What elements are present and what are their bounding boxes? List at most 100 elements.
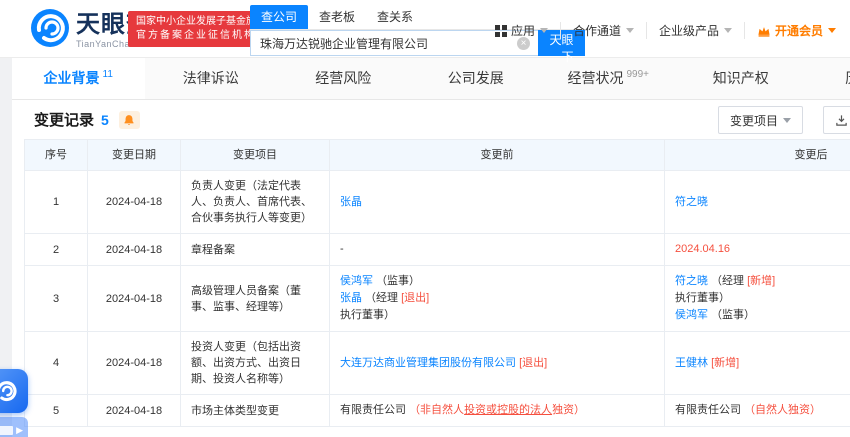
column-header: 变更前 [329,139,665,171]
entity-link[interactable]: 大连万达商业管理集团股份有限公司 [340,357,516,369]
tab-count: 999+ [626,68,650,80]
title-row: 变更记录 5 变更项目 [12,99,850,139]
tab-business-risk[interactable]: 经营风险 [277,57,410,99]
nav-item-cooperation-channel[interactable]: 合作通道 [559,22,646,39]
tab-label: 企业背景 [43,70,100,86]
column-header: 变更日期 [87,139,181,171]
entity-link[interactable]: 张晶 [340,292,362,304]
text-segment: [新增] [711,356,740,369]
header-row: 序号 变更日期 变更项目 变更前 变更后 [24,139,850,171]
change-item: 高级管理人员备案（董事、监事、经理等） [180,265,330,332]
badge-line2: 官方备案企业征信机构 [136,30,256,41]
site-header: 天眼查 TianYanCha.com 国家中小企业发展子基金旗下 官方备案企业征… [0,0,850,64]
filter-button[interactable]: 变更项目 [718,106,804,134]
main-card: 变更记录 5 变更项目 序号 变更日期 变更项目 变更前 变更后 1 2024-… [12,99,850,437]
dock-thumbnail [0,425,14,435]
chevron-down-icon [783,117,792,123]
column-header: 变更后 [664,139,850,171]
change-item: 投资人变更（包括出资额、出资方式、出资日期、投资人名称等） [180,331,330,395]
nav-item-label: 企业级产品 [658,24,719,38]
tab-label: 历史信息 [845,68,850,88]
table-row: 4 2024-04-18 投资人变更（包括出资额、出资方式、出资日期、投资人名称等）… [24,331,850,395]
bell-icon[interactable] [118,110,140,129]
search-tab-search-boss[interactable]: 查老板 [308,5,366,29]
search-tab-search-company[interactable]: 查公司 [250,5,309,29]
row-index: 5 [24,394,88,427]
chevron-down-icon [828,28,836,33]
tianyancha-logo-icon [30,8,70,53]
change-item: 章程备案 [180,233,330,266]
text-segment: [新增] [747,275,776,287]
text-segment: （监事） [708,309,756,321]
entity-link[interactable]: 王健林 [675,357,708,369]
section-title: 变更记录 [34,112,95,129]
table-row: 5 2024-04-18 市场主体类型变更 有限责任公司 （非自然人投资或控股的法人独… [24,394,850,427]
column-header: 变更项目 [180,139,330,171]
tab-history-info[interactable]: 历史信息 [807,57,850,99]
text-segment: （监事） [373,275,421,287]
row-index: 4 [24,331,88,395]
table-row: 2 2024-04-18 章程备案 - 2024.04.16 [24,233,850,266]
text-segment: （自然人独资） [744,404,822,416]
column-header: 序号 [24,139,88,171]
row-index: 3 [24,265,88,332]
section-tabbar: 企业背景11 法律诉讼 经营风险 公司发展 经营状况999+ 知识产权 历史信息 [12,57,850,100]
nav-item-vip-membership[interactable]: 开通会员 [743,22,848,39]
text-segment: 执行董事） [675,292,730,304]
nav-item-apps[interactable]: 应用 [483,22,560,39]
table-row: 3 2024-04-18 高级管理人员备案（董事、监事、经理等） 侯鸿军 （监事） 张晶… [24,265,850,332]
change-date: 2024-04-18 [87,233,181,266]
text-segment: 执行董事） [340,309,395,321]
filter-button-label: 变更项目 [730,113,779,128]
row-index: 2 [24,233,88,266]
tab-label: 公司发展 [447,70,504,86]
chevron-down-icon [539,28,548,33]
top-nav: 应用 合作通道 企业级产品 开通会员 [483,22,848,39]
export-button[interactable]: 导出数据 [823,106,850,134]
row-index: 1 [24,170,88,234]
dock-bar[interactable]: ▶ [0,417,28,437]
tab-label: 经营风险 [315,70,372,86]
floating-widget[interactable]: ▶ [0,369,28,437]
text-segment: 有限责任公司 [675,404,745,416]
text-segment: [退出] [519,356,548,369]
page: 天眼查 TianYanCha.com 国家中小企业发展子基金旗下 官方备案企业征… [0,0,850,437]
tab-count: 11 [102,68,113,80]
text-segment: [退出] [401,292,430,304]
tab-label: 知识产权 [712,70,769,86]
nav-item-label: 应用 [510,24,535,38]
play-icon: ▶ [16,424,23,435]
chevron-down-icon [723,28,732,33]
tab-company-development[interactable]: 公司发展 [410,57,543,99]
text-segment: - [340,243,344,255]
table-head: 序号 变更日期 变更项目 变更前 变更后 [24,139,850,171]
change-table: 序号 变更日期 变更项目 变更前 变更后 1 2024-04-18 负责人变更（法定代表人、… [24,139,850,427]
change-item: 负责人变更（法定代表人、负责人、首席代表、合伙事务执行人等变更） [180,170,330,234]
tab-company-background[interactable]: 企业背景 11 [12,57,145,99]
text-segment: 独资） [552,404,586,416]
change-date: 2024-04-18 [87,265,181,332]
nav-item-enterprise-products[interactable]: 企业级产品 [645,22,744,39]
entity-link[interactable]: 侯鸿军 [675,309,708,321]
text-segment: 有限责任公司 [340,404,410,416]
entity-link[interactable]: 侯鸿军 [340,275,373,287]
app-icon[interactable] [0,369,28,413]
entity-link[interactable]: 符之晓 [675,196,708,208]
download-icon [835,114,848,127]
record-count: 5 [101,111,109,128]
table-body: 1 2024-04-18 负责人变更（法定代表人、负责人、首席代表、合伙事务执行人等… [24,170,850,427]
change-date: 2024-04-18 [87,394,181,427]
tab-legal-proceedings[interactable]: 法律诉讼 [145,57,278,99]
nav-item-label: 合作通道 [572,24,621,38]
search-tab-search-relations[interactable]: 查关系 [366,5,424,29]
entity-link[interactable]: 张晶 [340,196,362,208]
change-date: 2024-04-18 [87,170,181,234]
entity-link[interactable]: 符之晓 [675,275,708,287]
text-segment: （经理 [362,292,402,304]
tab-intellectual-property[interactable]: 知识产权 [675,57,808,99]
tab-label: 法律诉讼 [182,70,239,86]
text-segment: （经理 [708,275,748,287]
table-row: 1 2024-04-18 负责人变更（法定代表人、负责人、首席代表、合伙事务执行人等… [24,170,850,234]
tab-label: 经营状况 [567,70,624,86]
nav-item-label: 开通会员 [774,24,823,38]
